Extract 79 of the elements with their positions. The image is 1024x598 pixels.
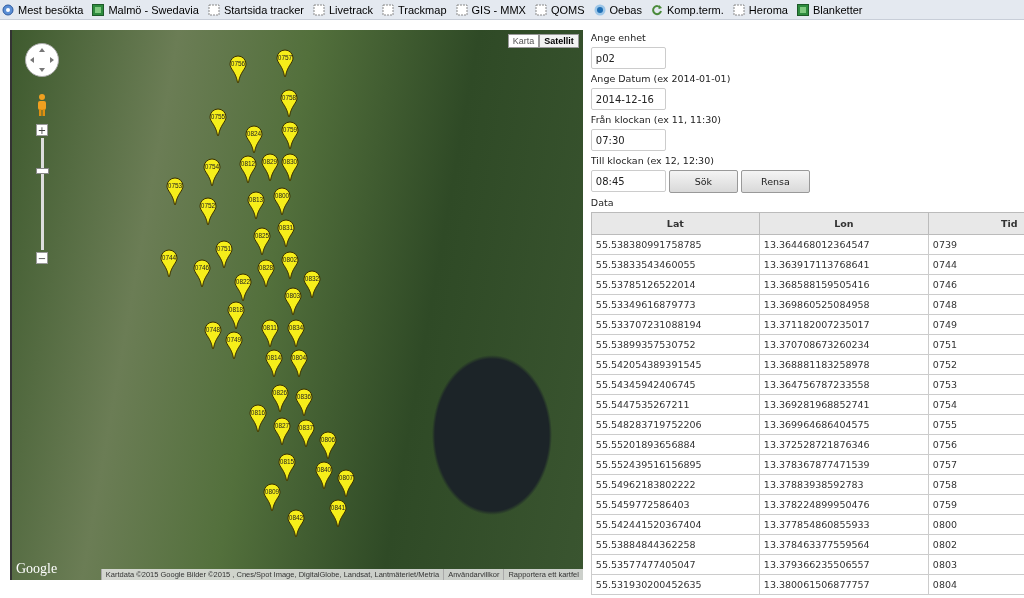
column-header: Tid [928,212,1024,235]
page-icon [313,3,325,16]
person-icon[interactable] [35,93,49,117]
table-cell: 13.363917113768641 [759,254,929,275]
table-cell: 55.53349616879773 [591,294,760,315]
bookmark-link[interactable]: GIS - MMX [455,3,526,16]
page-icon [207,3,220,16]
bookmark-link[interactable]: Heroma [732,3,788,16]
zoom-out-button[interactable]: − [36,252,48,264]
input-field[interactable]: p02 [590,47,666,69]
table-cell: 55.552439516156895 [591,454,760,475]
table-cell: 55.53884844362258 [591,534,760,555]
table-cell: 13.371182007235017 [759,314,929,335]
field-label: Från klockan (ex 11, 11:30) [590,114,722,126]
table-cell: 55.5447535267211 [591,394,760,415]
table-cell: 55.533707231088194 [591,314,760,335]
site-icon [796,3,809,16]
page-icon [382,3,395,16]
table-cell: 13.37883938592783 [759,474,929,495]
table-cell: 13.378463377559564 [759,534,929,555]
table-cell: 13.369964686404575 [759,414,929,435]
table-cell: 13.369860525084958 [759,294,929,315]
table-cell: 13.369281968852741 [759,394,929,415]
table-cell: 13.378224899950476 [759,494,929,515]
page-icon [732,3,745,16]
table-cell: 55.53577477405047 [591,554,760,575]
zoom-slider-thumb[interactable] [35,167,49,174]
table-cell: 55.542441520367404 [591,514,760,535]
pan-control-icon[interactable] [24,42,60,78]
table-cell: 55.53833543460055 [591,254,760,275]
page-icon [455,3,468,16]
field-label: Ange Datum (ex 2014-01-01) [590,73,732,85]
map-type-tab[interactable]: Karta [507,34,540,48]
table-cell: 13.364756787233558 [759,374,929,395]
field-label: Ange enhet [590,32,647,44]
input-field[interactable]: 07:30 [590,129,666,151]
bookmark-link[interactable]: Trackmap [382,3,447,16]
table-cell: 55.53899357530752 [591,334,760,355]
bookmark-link[interactable]: Malmö - Swedavia [92,3,199,16]
table-cell: 13.368881183258978 [759,354,929,375]
table-cell: 55.538380991758785 [591,234,760,255]
field-label: Till klockan (ex 12, 12:30) [590,155,715,167]
table-cell: 55.542054389391545 [591,354,760,375]
refresh-icon [650,3,663,16]
bookmark-link[interactable]: Blanketter [796,3,863,16]
bookmark-link[interactable]: Livetrack [313,3,374,16]
table-cell: 13.372528721876346 [759,434,929,455]
table-title: Data [590,197,615,209]
table-cell: 55.54345942406745 [591,374,760,395]
table-cell: 13.364468012364547 [759,234,929,255]
form-button[interactable]: Sök [668,170,738,193]
table-cell: 55.5459772586403 [591,494,760,515]
table-cell: 13.380061506877757 [759,574,929,595]
table-cell: 13.370708673260234 [759,334,929,355]
map-type-tab[interactable]: Satellit [539,34,579,48]
table-cell: 55.55201893656884 [591,434,760,455]
page-icon [534,3,547,16]
bookmark-link[interactable]: Oebas [593,3,642,16]
input-field[interactable]: 08:45 [590,170,666,192]
table-cell: 13.378367877471539 [759,454,929,475]
table-cell: 55.53785126522014 [591,274,760,295]
table-cell: 55.54962183802222 [591,474,760,495]
column-header: Lon [759,212,929,235]
bookmark-link[interactable]: QOMS [534,3,585,16]
input-field[interactable]: 2014-12-16 [590,88,666,110]
column-header: Lat [591,212,760,235]
dot-icon [593,3,606,16]
site-icon [92,3,105,16]
table-cell: 55.531930200452635 [591,574,760,595]
bookmark-link[interactable]: Startsida tracker [207,3,304,16]
bookmark-link[interactable]: Komp.term. [650,3,724,16]
table-cell: 13.379366235506557 [759,554,929,575]
zoom-in-button[interactable]: + [36,124,48,136]
form-button[interactable]: Rensa [740,170,810,193]
table-cell: 13.368588159505416 [759,274,929,295]
table-cell: 13.377854860855933 [759,514,929,535]
map-logo: Google [16,561,58,577]
bookmark-link[interactable]: Mest besökta [2,3,84,16]
table-cell: 55.548283719752206 [591,414,760,435]
